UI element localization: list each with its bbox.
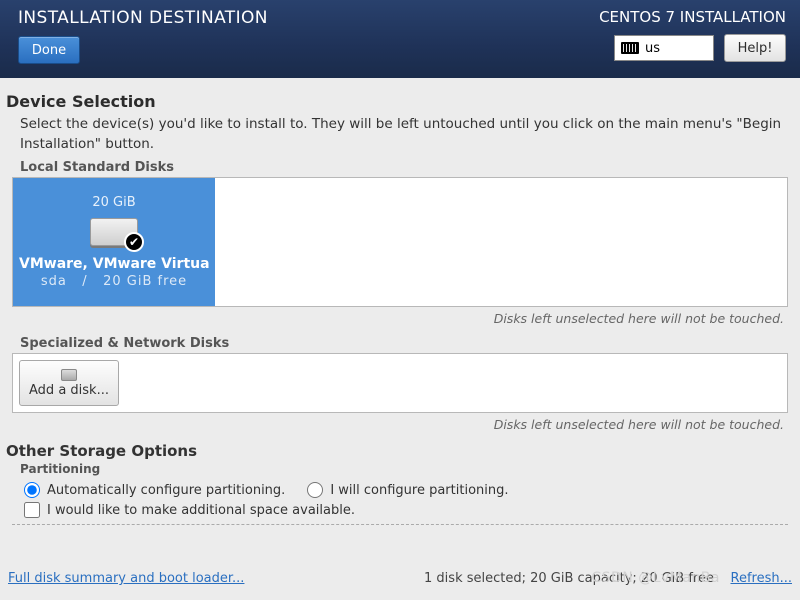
device-selection-heading: Device Selection: [6, 92, 794, 111]
network-disks-note: Disks left unselected here will not be t…: [6, 417, 784, 432]
network-disks-label: Specialized & Network Disks: [20, 336, 794, 351]
add-disk-icon: [61, 369, 77, 381]
add-disk-button[interactable]: Add a disk...: [19, 360, 119, 406]
radio-manual-partition-input[interactable]: [307, 482, 323, 498]
keyboard-icon: [621, 42, 639, 54]
local-disks-container: 20 GiB ✔ VMware, VMware Virtual S sda / …: [12, 177, 788, 307]
local-disks-label: Local Standard Disks: [20, 160, 794, 175]
add-disk-label: Add a disk...: [29, 383, 109, 398]
disk-name: VMware, VMware Virtual S: [19, 256, 209, 272]
divider: [12, 524, 788, 525]
radio-auto-partition[interactable]: Automatically configure partitioning.: [24, 482, 285, 498]
hard-drive-icon: ✔: [90, 218, 138, 248]
done-button[interactable]: Done: [18, 36, 80, 64]
selection-status: 1 disk selected; 20 GiB capacity; 20 GiB…: [424, 571, 714, 586]
disk-tile-sda[interactable]: 20 GiB ✔ VMware, VMware Virtual S sda / …: [13, 178, 215, 306]
device-selection-hint: Select the device(s) you'd like to insta…: [20, 115, 794, 154]
help-button[interactable]: Help!: [724, 34, 786, 62]
full-disk-summary-link[interactable]: Full disk summary and boot loader...: [8, 571, 244, 586]
radio-auto-partition-input[interactable]: [24, 482, 40, 498]
disk-meta: sda / 20 GiB free: [41, 274, 187, 289]
checkbox-reclaim-space[interactable]: I would like to make additional space av…: [24, 502, 794, 518]
network-disks-container: Add a disk...: [12, 353, 788, 413]
top-banner: INSTALLATION DESTINATION Done CENTOS 7 I…: [0, 0, 800, 78]
keyboard-layout-value: us: [645, 41, 660, 56]
checkbox-reclaim-space-input[interactable]: [24, 502, 40, 518]
refresh-link[interactable]: Refresh...: [731, 571, 793, 586]
partitioning-label: Partitioning: [20, 462, 794, 476]
radio-manual-partition[interactable]: I will configure partitioning.: [307, 482, 508, 498]
storage-options-heading: Other Storage Options: [6, 442, 794, 460]
disk-size: 20 GiB: [92, 195, 135, 210]
keyboard-layout-selector[interactable]: us: [614, 35, 714, 61]
checkmark-icon: ✔: [124, 232, 144, 252]
installer-subtitle: CENTOS 7 INSTALLATION: [599, 8, 786, 26]
local-disks-note: Disks left unselected here will not be t…: [6, 311, 784, 326]
page-title: INSTALLATION DESTINATION: [18, 8, 268, 28]
